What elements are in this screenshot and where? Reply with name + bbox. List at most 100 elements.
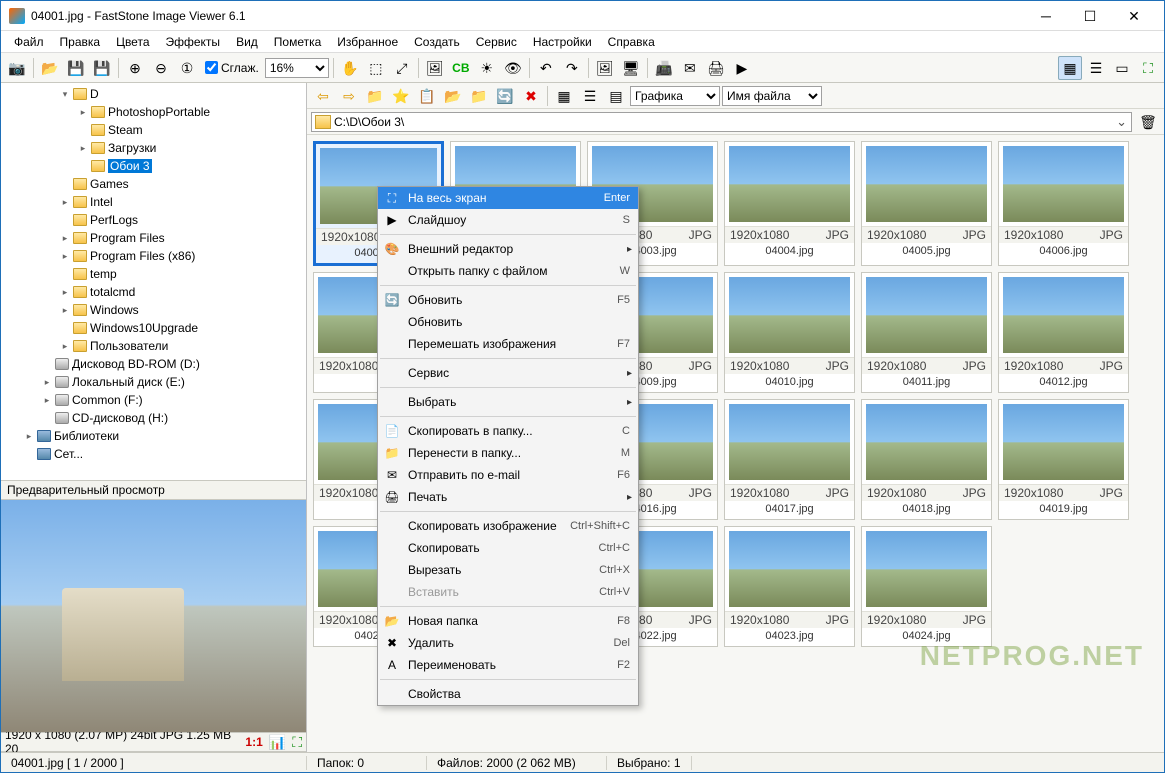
ctx-item[interactable]: Выбрать: [378, 391, 638, 413]
scan-icon[interactable]: 📠: [652, 56, 676, 80]
menu-Настройки[interactable]: Настройки: [526, 33, 599, 51]
menu-Эффекты[interactable]: Эффекты: [159, 33, 228, 51]
menu-Цвета[interactable]: Цвета: [109, 33, 156, 51]
fullscreen-icon[interactable]: ⛶: [1136, 56, 1160, 80]
preview-pane[interactable]: [1, 500, 306, 732]
tree-item[interactable]: Дисковод BD-ROM (D:): [3, 355, 304, 373]
tree-item[interactable]: ▸totalcmd: [3, 283, 304, 301]
path-input[interactable]: C:\D\Обои 3\: [311, 112, 1132, 132]
tree-item[interactable]: Games: [3, 175, 304, 193]
tree-item[interactable]: Steam: [3, 121, 304, 139]
tree-item[interactable]: Обои 3: [3, 157, 304, 175]
thumbnail[interactable]: 1920x1080JPG04019.jpg: [998, 399, 1129, 520]
fav-icon[interactable]: ⭐: [389, 84, 413, 108]
new-folder-icon[interactable]: 📁: [467, 84, 491, 108]
zoom-actual-icon[interactable]: ①: [175, 56, 199, 80]
thumbnail[interactable]: 1920x1080JPG04024.jpg: [861, 526, 992, 647]
acquire-icon[interactable]: 📷: [5, 56, 29, 80]
sort-select[interactable]: Имя файла: [722, 86, 822, 106]
ctx-item[interactable]: 🎨Внешний редактор: [378, 238, 638, 260]
view-single-icon[interactable]: ▭: [1110, 56, 1134, 80]
slideshow-icon[interactable]: ▶: [730, 56, 754, 80]
ctx-item[interactable]: Обновить: [378, 311, 638, 333]
menu-Создать[interactable]: Создать: [407, 33, 467, 51]
rotate-right-icon[interactable]: ↷: [560, 56, 584, 80]
text-icon[interactable]: СВ: [449, 56, 473, 80]
close-button[interactable]: ✕: [1112, 2, 1156, 30]
copy-to-icon[interactable]: 📋: [415, 84, 439, 108]
print-icon[interactable]: 🖨: [704, 56, 728, 80]
thumbnail[interactable]: 1920x1080JPG04005.jpg: [861, 141, 992, 266]
nav-forward-icon[interactable]: ⇨: [337, 84, 361, 108]
ctx-item[interactable]: ВырезатьCtrl+X: [378, 559, 638, 581]
view-details-icon[interactable]: ☰: [1084, 56, 1108, 80]
tree-item[interactable]: ▸Локальный диск (E:): [3, 373, 304, 391]
ctx-item[interactable]: 🔄ОбновитьF5: [378, 289, 638, 311]
ctx-item[interactable]: Скопировать изображениеCtrl+Shift+C: [378, 515, 638, 537]
folder-tree[interactable]: ▾D▸PhotoshopPortableSteam▸ЗагрузкиОбои 3…: [1, 83, 306, 480]
delete-icon[interactable]: ✖: [519, 84, 543, 108]
menu-Файл[interactable]: Файл: [7, 33, 51, 51]
view-thumbnails-icon[interactable]: ▦: [1058, 56, 1082, 80]
thumbnail[interactable]: 1920x1080JPG04011.jpg: [861, 272, 992, 393]
smooth-checkbox[interactable]: Сглаж.: [201, 61, 263, 75]
thumbnail[interactable]: 1920x1080JPG04006.jpg: [998, 141, 1129, 266]
tree-item[interactable]: ▸Windows: [3, 301, 304, 319]
up-folder-icon[interactable]: 📁: [363, 84, 387, 108]
tree-item[interactable]: ▸Common (F:): [3, 391, 304, 409]
menu-Вид[interactable]: Вид: [229, 33, 265, 51]
tree-item[interactable]: ▾D: [3, 85, 304, 103]
tree-item[interactable]: ▸Библиотеки: [3, 427, 304, 445]
thumbnail[interactable]: 1920x1080JPG04012.jpg: [998, 272, 1129, 393]
ctx-item[interactable]: ⛶На весь экранEnter: [378, 187, 638, 209]
ctx-item[interactable]: ✉Отправить по e-mailF6: [378, 464, 638, 486]
ctx-item[interactable]: 📁Перенести в папку...M: [378, 442, 638, 464]
fit-icon[interactable]: ⛶: [292, 735, 302, 749]
tree-item[interactable]: CD-дисковод (H:): [3, 409, 304, 427]
tree-item[interactable]: ▸Intel: [3, 193, 304, 211]
nav-back-icon[interactable]: ⇦: [311, 84, 335, 108]
thumbnail[interactable]: 1920x1080JPG04018.jpg: [861, 399, 992, 520]
wallpaper-icon[interactable]: 🖥: [619, 56, 643, 80]
ctx-item[interactable]: Открыть папку с файломW: [378, 260, 638, 282]
tree-item[interactable]: ▸Program Files (x86): [3, 247, 304, 265]
tree-item[interactable]: ▸Загрузки: [3, 139, 304, 157]
view-mode3-icon[interactable]: ▤: [604, 84, 628, 108]
minimize-button[interactable]: ─: [1024, 2, 1068, 30]
ctx-item[interactable]: 🖨Печать: [378, 486, 638, 508]
maximize-button[interactable]: ☐: [1068, 2, 1112, 30]
thumbnail[interactable]: 1920x1080JPG04017.jpg: [724, 399, 855, 520]
menu-Избранное[interactable]: Избранное: [330, 33, 405, 51]
saveas-icon[interactable]: 💾: [90, 56, 114, 80]
filter-select[interactable]: Графика: [630, 86, 720, 106]
ctx-item[interactable]: СкопироватьCtrl+C: [378, 537, 638, 559]
tree-item[interactable]: Windows10Upgrade: [3, 319, 304, 337]
tree-item[interactable]: Сет...: [3, 445, 304, 463]
histogram-icon[interactable]: 📊: [269, 735, 286, 749]
ctx-item[interactable]: ▶СлайдшоуS: [378, 209, 638, 231]
menu-Справка[interactable]: Справка: [601, 33, 662, 51]
view-mode1-icon[interactable]: ▦: [552, 84, 576, 108]
tree-item[interactable]: ▸Program Files: [3, 229, 304, 247]
compare-icon[interactable]: 🖼: [593, 56, 617, 80]
redeye-icon[interactable]: 👁: [501, 56, 525, 80]
thumbnail[interactable]: 1920x1080JPG04010.jpg: [724, 272, 855, 393]
trash-icon[interactable]: 🗑: [1136, 110, 1160, 134]
email-icon[interactable]: ✉: [678, 56, 702, 80]
tree-item[interactable]: temp: [3, 265, 304, 283]
save-icon[interactable]: 💾: [64, 56, 88, 80]
refresh-icon[interactable]: 🔄: [493, 84, 517, 108]
ctx-item[interactable]: AПереименоватьF2: [378, 654, 638, 676]
hand-icon[interactable]: ✋: [338, 56, 362, 80]
adjust-icon[interactable]: ☀: [475, 56, 499, 80]
thumbnail[interactable]: 1920x1080JPG04004.jpg: [724, 141, 855, 266]
ctx-item[interactable]: Сервис: [378, 362, 638, 384]
ctx-item[interactable]: 📂Новая папкаF8: [378, 610, 638, 632]
clone-icon[interactable]: 🖼: [423, 56, 447, 80]
menu-Сервис[interactable]: Сервис: [469, 33, 524, 51]
ctx-item[interactable]: Перемешать изображенияF7: [378, 333, 638, 355]
zoom-in-icon[interactable]: ⊕: [123, 56, 147, 80]
thumbnail[interactable]: 1920x1080JPG04023.jpg: [724, 526, 855, 647]
ctx-item[interactable]: Свойства: [378, 683, 638, 705]
ctx-item[interactable]: 📄Скопировать в папку...C: [378, 420, 638, 442]
